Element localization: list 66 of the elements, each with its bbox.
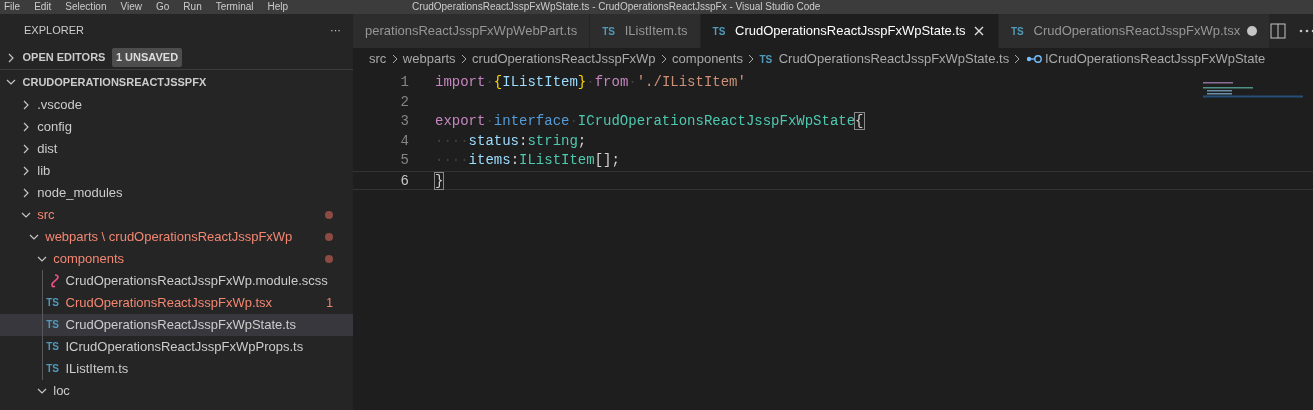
typescript-file-icon: TS	[46, 336, 63, 358]
menu-item[interactable]: Run	[183, 0, 202, 14]
modified-dot-icon	[325, 211, 333, 219]
more-actions-button[interactable]: ···	[330, 21, 341, 39]
line-number: 5	[399, 151, 409, 171]
breadcrumb-item[interactable]: webparts	[402, 49, 456, 69]
explorer-file[interactable]: CrudOperationsReactJsspFxWp.tsx	[65, 292, 324, 314]
interface-icon	[1025, 53, 1042, 65]
menu-item[interactable]: Edit	[34, 0, 52, 14]
line-number: 1	[399, 73, 409, 93]
menu-item[interactable]: Terminal	[215, 0, 254, 14]
section-header[interactable]: OPEN EDITORS	[22, 49, 106, 66]
typescript-file-icon: TS	[602, 23, 619, 39]
breadcrumb-item[interactable]: CrudOperationsReactJsspFxWpState.ts	[778, 49, 1010, 69]
menu-item[interactable]: Go	[156, 0, 170, 14]
breadcrumb-item[interactable]: crudOperationsReactJsspFxWp	[472, 49, 656, 69]
explorer-folder[interactable]: webparts \ crudOperationsReactJsspFxWp	[45, 226, 322, 248]
modified-dot-icon	[325, 233, 333, 241]
problem-count: 1	[326, 295, 333, 312]
code-line: ····items:IListItem[];	[434, 151, 620, 171]
explorer-folder[interactable]: src	[37, 204, 322, 226]
typescript-file-icon: TS	[712, 23, 729, 39]
line-number: 4	[399, 131, 409, 151]
menu-item[interactable]: File	[4, 0, 21, 14]
close-icon	[972, 24, 986, 38]
explorer-folder[interactable]: config	[37, 116, 333, 138]
window-title: CrudOperationsReactJsspFxWpState.ts - CrudOperationsReactJsspFx - Visual Studio Code	[412, 0, 821, 14]
typescript-file-icon: TS	[46, 292, 63, 314]
typescript-file-icon: TS	[46, 314, 63, 336]
editor-tab[interactable]: TS IListItem.ts	[590, 14, 701, 48]
explorer-folder[interactable]: .vscode	[37, 94, 333, 116]
more-icon	[1298, 29, 1313, 33]
panel-title: EXPLORER	[24, 22, 84, 38]
explorer-folder[interactable]: dist	[37, 138, 333, 160]
explorer-folder[interactable]: components	[53, 248, 322, 270]
menu-item[interactable]: Help	[267, 0, 289, 14]
typescript-file-icon: TS	[46, 358, 63, 380]
breadcrumb-item[interactable]: src	[369, 49, 387, 69]
split-editor-icon	[1269, 23, 1286, 39]
menu-item[interactable]: Selection	[65, 0, 107, 14]
section-header[interactable]: CRUDOPERATIONSREACTJSSPFX	[22, 73, 207, 91]
line-number: 6	[399, 171, 409, 190]
editor-tab[interactable]: TS CrudOperationsReactJsspFxWp.tsx	[999, 14, 1270, 48]
modified-dot-icon	[325, 255, 333, 263]
explorer-file[interactable]: ICrudOperationsReactJsspFxWpProps.ts	[65, 336, 333, 358]
explorer-file[interactable]: IListItem.ts	[65, 358, 333, 380]
unsaved-dot-icon	[1246, 26, 1257, 36]
unsaved-badge: 1 UNSAVED	[111, 48, 183, 67]
editor-tab[interactable]: perationsReactJsspFxWpWebPart.ts	[353, 14, 591, 48]
code-line: export·interface·ICrudOperationsReactJsspFxWpState{	[434, 112, 864, 132]
editor-tab[interactable]: TS CrudOperationsReactJsspFxWpState.ts	[700, 14, 999, 48]
breadcrumb-item[interactable]: components	[672, 49, 743, 69]
code-line: ····status:string;	[434, 131, 587, 151]
breadcrumb-item[interactable]: ICrudOperationsReactJsspFxWpState	[1044, 49, 1266, 69]
line-number: 2	[399, 92, 409, 112]
explorer-folder[interactable]: node_modules	[37, 182, 333, 204]
code-line: }	[434, 171, 444, 190]
explorer-file[interactable]: CrudOperationsReactJsspFxWp.module.scss	[65, 270, 333, 292]
explorer-file[interactable]: CrudOperationsReactJsspFxWpState.ts	[65, 314, 333, 336]
explorer-folder[interactable]: loc	[53, 380, 333, 402]
typescript-file-icon: TS	[1011, 23, 1027, 39]
typescript-file-icon: TS	[759, 51, 776, 67]
line-number: 3	[399, 112, 409, 132]
code-line: import·{IListItem}·from·'./IListItem'	[434, 73, 746, 93]
menu-item[interactable]: View	[120, 0, 142, 14]
explorer-folder[interactable]: lib	[37, 160, 333, 182]
